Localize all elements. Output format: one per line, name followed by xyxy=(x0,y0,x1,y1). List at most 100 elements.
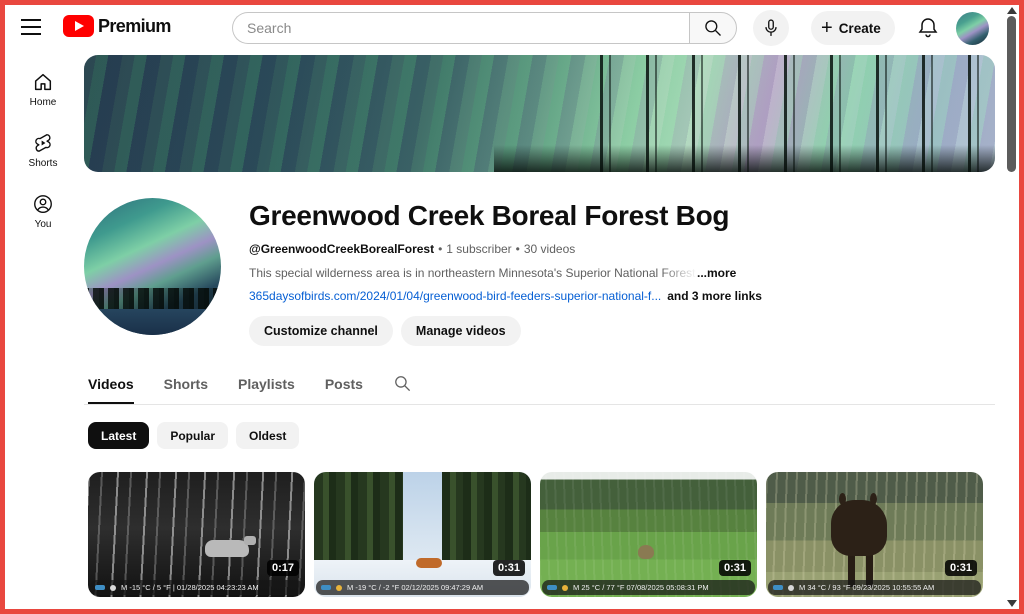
sidebar-item-label: Home xyxy=(30,97,57,108)
home-icon xyxy=(32,71,54,93)
bell-icon xyxy=(916,16,940,40)
trailcam-logo-icon xyxy=(95,585,105,590)
duration-badge: 0:31 xyxy=(945,560,977,576)
sun-icon xyxy=(562,585,568,591)
video-title[interactable]: Greenwood Creek Boreal Forest Sandhill C… xyxy=(540,607,736,614)
channel-tabs: Videos Shorts Playlists Posts xyxy=(84,370,995,405)
fox-figure xyxy=(416,558,442,568)
youtube-premium-logo[interactable]: Premium xyxy=(63,15,171,37)
menu-icon[interactable] xyxy=(21,19,41,35)
search-input[interactable] xyxy=(232,12,689,44)
video-title-row: Greenwood Creek Boreal Forest Sandhill C… xyxy=(540,607,757,614)
microphone-icon xyxy=(761,18,781,38)
video-title[interactable]: Greenwood Creek Boreal Forest Cow & Calf… xyxy=(766,607,962,614)
sun-icon xyxy=(336,585,342,591)
channel-handle[interactable]: @GreenwoodCreekBorealForest xyxy=(249,242,434,256)
treeline-fringe xyxy=(494,142,995,172)
channel-page: Greenwood Creek Boreal Forest Bog @Green… xyxy=(84,51,995,614)
wolf-figure xyxy=(205,540,249,557)
scrollbar[interactable] xyxy=(1004,5,1019,609)
video-menu-icon[interactable]: ⋮ xyxy=(742,607,757,614)
video-thumbnail[interactable]: 0:31 M 34 °C / 93 °F 09/23/2025 10:55:55… xyxy=(766,472,983,597)
sidebar-item-you[interactable]: You xyxy=(11,189,75,234)
scrollbar-thumb[interactable] xyxy=(1007,16,1016,172)
channel-links: 365daysofbirds.com/2024/01/04/greenwood-… xyxy=(249,289,762,303)
trailcam-info-bar: M 34 °C / 93 °F 09/23/2025 10:55:55 AM xyxy=(768,580,981,595)
trees-right xyxy=(442,472,531,567)
moon-phase-icon xyxy=(788,585,794,591)
channel-header: Greenwood Creek Boreal Forest Bog @Green… xyxy=(84,198,995,346)
video-thumbnail[interactable]: 0:17 M -15 °C / 5 °F | 01/28/2025 04:23:… xyxy=(88,472,305,597)
tab-shorts[interactable]: Shorts xyxy=(164,370,208,404)
video-card: 0:17 M -15 °C / 5 °F | 01/28/2025 04:23:… xyxy=(88,472,305,614)
channel-link[interactable]: 365daysofbirds.com/2024/01/04/greenwood-… xyxy=(249,289,661,303)
scroll-down-arrow-icon[interactable] xyxy=(1007,600,1017,607)
app-window: Premium + Create xyxy=(0,0,1024,614)
sidebar-item-label: Shorts xyxy=(29,158,58,169)
search-icon xyxy=(393,374,412,393)
trailcam-logo-icon xyxy=(773,585,783,590)
more-links[interactable]: and 3 more links xyxy=(667,289,762,303)
video-card: 0:31 M -19 °C / -2 °F 02/12/2025 09:47:2… xyxy=(314,472,531,614)
video-menu-icon[interactable]: ⋮ xyxy=(968,607,983,614)
notifications-button[interactable] xyxy=(916,16,940,40)
chip-latest[interactable]: Latest xyxy=(88,422,149,449)
filter-chips: Latest Popular Oldest xyxy=(84,422,995,449)
duration-badge: 0:17 xyxy=(267,560,299,576)
video-title-row: Greenwood Creek Boreal Forest Cow & Calf… xyxy=(766,607,983,614)
trailcam-info-bar: M 25 °C / 77 °F 07/08/2025 05:08:31 PM xyxy=(542,580,755,595)
channel-avatar[interactable] xyxy=(84,198,221,335)
video-grid: 0:17 M -15 °C / 5 °F | 01/28/2025 04:23:… xyxy=(84,472,995,614)
video-title[interactable]: Greenwood Creek Boreal Forest Red Fox xyxy=(314,607,510,614)
chip-popular[interactable]: Popular xyxy=(157,422,228,449)
duration-badge: 0:31 xyxy=(493,560,525,576)
trailcam-overlay-text: M 25 °C / 77 °F 07/08/2025 05:08:31 PM xyxy=(573,583,709,592)
video-title-row: Greenwood Creek Boreal Forest Timber Wol… xyxy=(88,607,305,614)
create-button[interactable]: + Create xyxy=(811,11,895,45)
trailcam-info-bar: M -15 °C / 5 °F | 01/28/2025 04:23:23 AM xyxy=(90,580,303,595)
thumbnail-art-wolves-night xyxy=(88,472,305,597)
video-menu-icon[interactable]: ⋮ xyxy=(516,607,531,614)
more-link[interactable]: ...more xyxy=(697,266,736,280)
search-button[interactable] xyxy=(689,12,737,44)
sidebar-item-shorts[interactable]: Shorts xyxy=(11,128,75,173)
moose-figure xyxy=(831,500,887,556)
video-thumbnail[interactable]: 0:31 M -19 °C / -2 °F 02/12/2025 09:47:2… xyxy=(314,472,531,597)
account-avatar[interactable] xyxy=(956,12,989,45)
duration-badge: 0:31 xyxy=(719,560,751,576)
shorts-icon xyxy=(32,132,54,154)
you-icon xyxy=(32,193,54,215)
channel-actions: Customize channel Manage videos xyxy=(249,316,762,346)
topbar: Premium + Create xyxy=(5,5,1019,51)
tab-playlists[interactable]: Playlists xyxy=(238,370,295,404)
sidebar: Home Shorts You xyxy=(5,51,81,609)
channel-meta: @GreenwoodCreekBorealForest • 1 subscrib… xyxy=(249,242,762,256)
channel-description[interactable]: This special wilderness area is in north… xyxy=(249,266,759,280)
scroll-up-arrow-icon[interactable] xyxy=(1007,7,1017,14)
channel-info: Greenwood Creek Boreal Forest Bog @Green… xyxy=(249,198,762,346)
create-label: Create xyxy=(839,21,881,36)
meta-separator: • xyxy=(438,242,442,256)
manage-videos-button[interactable]: Manage videos xyxy=(401,316,521,346)
video-thumbnail[interactable]: 0:31 M 25 °C / 77 °F 07/08/2025 05:08:31… xyxy=(540,472,757,597)
channel-banner[interactable] xyxy=(84,55,995,172)
tab-posts[interactable]: Posts xyxy=(325,370,363,404)
video-title[interactable]: Greenwood Creek Boreal Forest Timber Wol… xyxy=(88,607,284,614)
sidebar-item-home[interactable]: Home xyxy=(11,67,75,112)
customize-channel-button[interactable]: Customize channel xyxy=(249,316,393,346)
tab-videos[interactable]: Videos xyxy=(88,370,134,404)
trailcam-logo-icon xyxy=(321,585,331,590)
video-menu-icon[interactable]: ⋮ xyxy=(290,607,305,614)
voice-search-button[interactable] xyxy=(753,10,789,46)
trees-left xyxy=(314,472,403,567)
channel-search-button[interactable] xyxy=(393,374,412,401)
video-title-row: Greenwood Creek Boreal Forest Red Fox ⋮ xyxy=(314,607,531,614)
moon-phase-icon xyxy=(110,585,116,591)
grass-texture xyxy=(540,472,757,597)
trailcam-overlay-text: M -19 °C / -2 °F 02/12/2025 09:47:29 AM xyxy=(347,583,483,592)
subscriber-count: 1 subscriber xyxy=(446,242,511,256)
meta-separator: • xyxy=(516,242,520,256)
trailcam-overlay-text: M -15 °C / 5 °F | 01/28/2025 04:23:23 AM xyxy=(121,583,259,592)
avatar-lake xyxy=(84,309,221,335)
chip-oldest[interactable]: Oldest xyxy=(236,422,299,449)
